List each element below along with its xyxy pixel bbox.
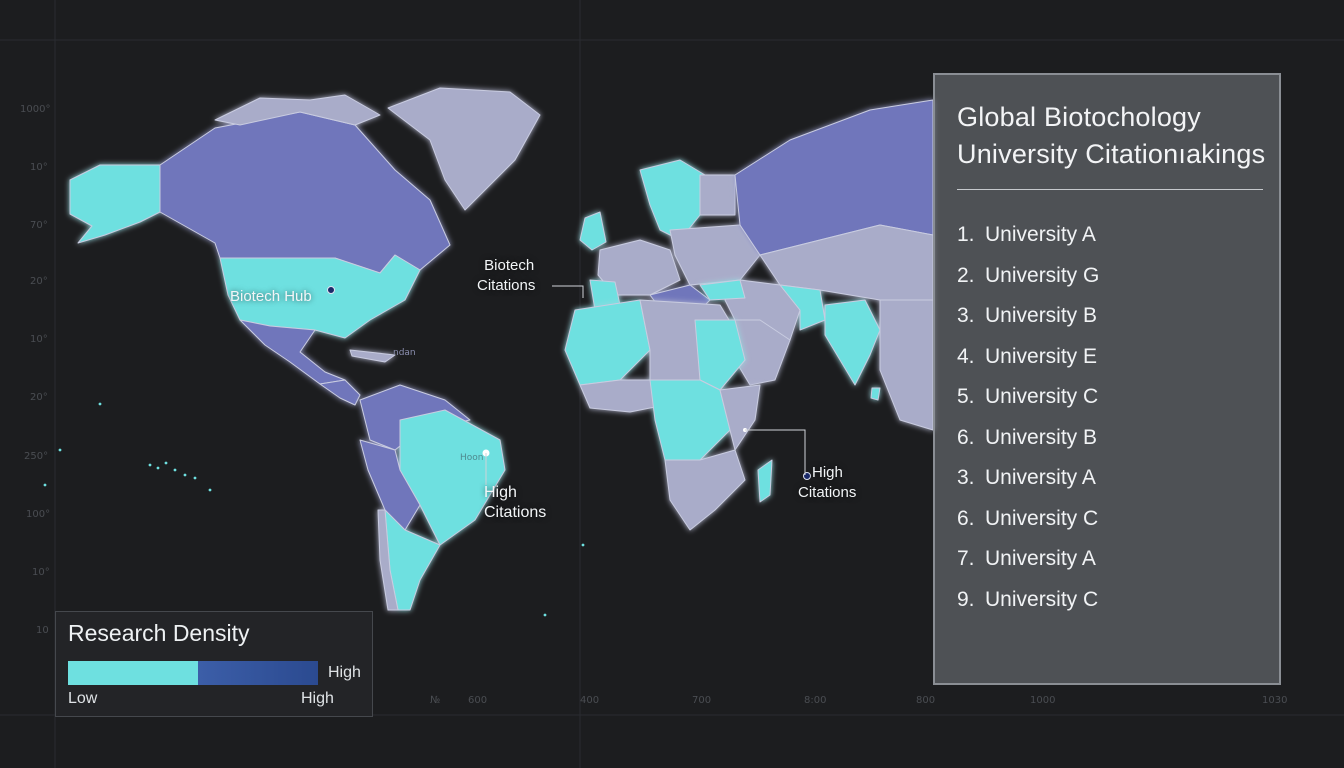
rank-number: 3. <box>957 466 975 489</box>
axis-left-label: 10° <box>30 334 48 345</box>
axis-bottom-label: 1030 <box>1262 695 1288 706</box>
rank-university: University G <box>985 263 1100 287</box>
alaska <box>69 164 161 244</box>
ranking-item: 5. University C <box>957 383 1099 424</box>
ranking-item: 4. University E <box>957 343 1099 384</box>
biotech-citations-line2: Citations <box>477 277 536 294</box>
legend-title: Research Density <box>68 620 250 646</box>
axis-bottom-label: 700 <box>692 695 712 706</box>
axis-left-label: 10 <box>36 625 49 636</box>
india <box>824 299 881 386</box>
axis-bottom-label: 600 <box>468 695 488 706</box>
madagascar <box>757 459 773 503</box>
ranking-item: 9. University C <box>957 586 1099 627</box>
central-africa <box>649 379 731 461</box>
rank-university: University B <box>985 425 1098 449</box>
ranking-panel: Global Biotochology University Citationı… <box>933 73 1281 685</box>
ranking-divider <box>957 189 1263 190</box>
axis-bottom-label: 8:00 <box>804 695 827 706</box>
biotech-citations-line1: Biotech <box>484 257 535 274</box>
uk <box>579 211 607 251</box>
rank-number: 9. <box>957 587 975 611</box>
axis-bottom-label: № <box>430 695 441 706</box>
rank-number: 4. <box>957 344 975 368</box>
rank-number: 1. <box>957 223 975 246</box>
high-citations-africa-label: High Citations <box>798 463 856 503</box>
legend-gradient-bar <box>68 661 318 685</box>
ranking-list: 1. University A 2. University G 3. Universi… <box>957 221 1099 626</box>
rank-university: University C <box>985 587 1099 611</box>
rank-university: University A <box>985 547 1096 570</box>
rank-number: 7. <box>957 547 975 570</box>
legend-low-label: Low <box>68 690 98 707</box>
biotech-hub-label: Biotech Hub <box>230 288 312 305</box>
canada <box>159 111 451 274</box>
ranking-item: 3. University B <box>957 302 1099 343</box>
finland-baltic <box>699 174 736 216</box>
rank-university: University C <box>985 506 1099 530</box>
brazil <box>399 409 506 546</box>
ranking-item: 3. University A <box>957 464 1099 505</box>
ranking-title: Global Biotochology University Citationı… <box>957 102 1266 169</box>
axis-left-label: 10° <box>32 567 50 578</box>
ranking-item: 2. University G <box>957 262 1099 303</box>
axis-left-label: 100° <box>26 509 51 520</box>
biotech-citations-label: Biotech Citations <box>477 256 535 296</box>
ranking-item: 6. University B <box>957 424 1099 465</box>
axis-left-label: 250° <box>24 451 49 462</box>
ranking-item: 6. University C <box>957 505 1099 546</box>
axis-bottom-label: 1000 <box>1030 695 1056 706</box>
rank-university: University C <box>985 385 1099 408</box>
biotech-hub-marker <box>327 286 335 294</box>
ranking-item: 7. University A <box>957 545 1099 586</box>
rank-university: University B <box>985 304 1098 327</box>
ndan-label: ndan <box>393 348 416 358</box>
north-america <box>69 87 541 406</box>
africa-leader-line <box>745 429 806 475</box>
rank-number: 2. <box>957 263 975 287</box>
axis-left-label: 70° <box>30 220 48 231</box>
cuba <box>349 349 396 363</box>
legend-high-label: High <box>301 690 334 707</box>
egypt-sudan <box>694 319 746 391</box>
hoon-label: Hoon <box>460 453 484 463</box>
density-legend: Research Density High Low High <box>55 611 373 717</box>
rank-university: University E <box>985 344 1098 368</box>
rank-number: 3. <box>957 304 975 327</box>
southern-africa <box>664 449 746 531</box>
central-america <box>319 379 361 406</box>
axis-left-label: 20° <box>30 392 48 403</box>
axis-left-label: 1000° <box>20 104 51 115</box>
legend-high-label-right: High <box>328 664 361 681</box>
high-citations-africa-line1: High <box>812 464 843 481</box>
rank-university: University A <box>985 466 1096 489</box>
rank-number: 5. <box>957 385 975 408</box>
rank-university: University A <box>985 223 1096 246</box>
high-citations-africa-line2: Citations <box>798 484 857 501</box>
axis-bottom-label: 400 <box>580 695 600 706</box>
citations-leader-line <box>552 285 584 298</box>
high-citations-sa-line1: High <box>484 484 517 501</box>
north-africa-west <box>564 299 651 386</box>
rank-number: 6. <box>957 506 975 530</box>
southeast-asia <box>879 299 934 431</box>
axis-left-label: 10° <box>30 162 48 173</box>
high-citations-sa-label: High Citations <box>484 483 546 523</box>
ranking-item: 1. University A <box>957 221 1099 262</box>
axis-left-label: 20° <box>30 276 48 287</box>
sri-lanka <box>870 387 881 401</box>
high-citations-sa-line2: Citations <box>484 504 547 521</box>
rank-number: 6. <box>957 425 975 449</box>
axis-bottom-label: 800 <box>916 695 936 706</box>
